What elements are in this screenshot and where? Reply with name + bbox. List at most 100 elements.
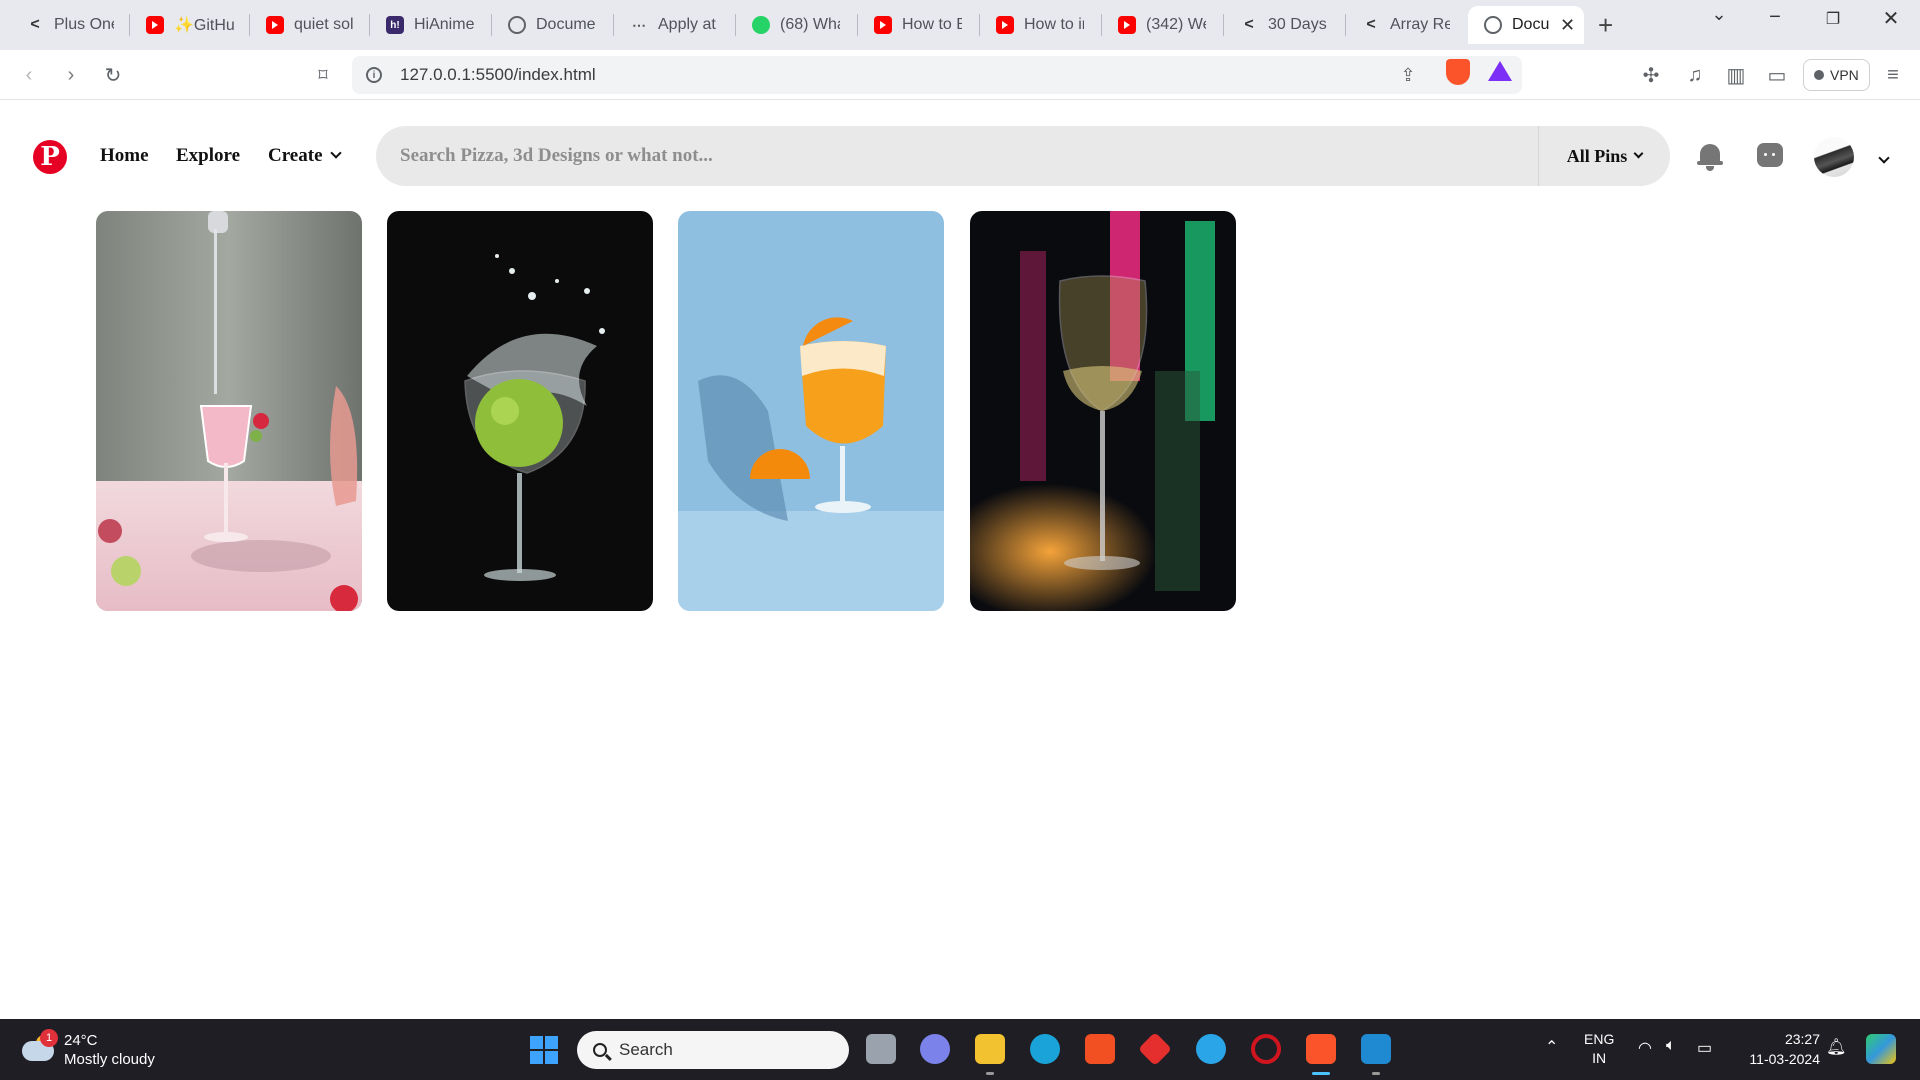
pin-image-orange-cocktail	[678, 211, 944, 611]
browser-toolbar: ‹ › ↻ ⌑ i 127.0.0.1:5500/index.html ⇪ ✣ …	[0, 50, 1920, 100]
task-view-icon[interactable]	[866, 1034, 896, 1064]
url-text[interactable]: 127.0.0.1:5500/index.html	[400, 65, 596, 85]
extensions-icon[interactable]: ✣	[1638, 62, 1664, 88]
browser-tab[interactable]: How to in	[980, 6, 1102, 44]
clock[interactable]: 23:27 11-03-2024	[1730, 1029, 1820, 1069]
browser-tab[interactable]: How to B	[858, 6, 980, 44]
pin-card[interactable]	[96, 211, 362, 611]
pin-card[interactable]	[970, 211, 1236, 611]
site-info-icon[interactable]: i	[366, 67, 382, 83]
tab-title: Array Red	[1390, 16, 1450, 33]
browser-tab[interactable]: (342) Wel	[1102, 6, 1224, 44]
vpn-button[interactable]: VPN	[1803, 59, 1870, 91]
menu-icon[interactable]: ≡	[1880, 62, 1906, 88]
browser-tab[interactable]: < Array Red	[1346, 6, 1468, 44]
reload-button[interactable]: ↻	[100, 62, 126, 88]
meet-icon[interactable]	[920, 1034, 950, 1064]
brave-rewards-icon[interactable]	[1488, 61, 1512, 81]
hianime-icon: h!	[386, 16, 404, 34]
wifi-icon[interactable]: ◠	[1638, 1038, 1652, 1058]
tab-title: (342) Wel	[1146, 16, 1206, 33]
search-input[interactable]	[400, 126, 1400, 186]
restore-button[interactable]: ❐	[1818, 9, 1848, 29]
tab-search-icon[interactable]: ⌄	[1704, 4, 1734, 25]
chevron-up-icon[interactable]: ⌃	[1545, 1037, 1558, 1057]
bookmark-icon[interactable]: ⌑	[310, 62, 336, 88]
back-button[interactable]: ‹	[16, 62, 42, 88]
volume-icon[interactable]: 🔈︎	[1666, 1037, 1676, 1055]
weather-temp: 24°C	[64, 1032, 98, 1049]
tab-title: 30 Days o	[1268, 16, 1328, 33]
browser-tab[interactable]: < 30 Days o	[1224, 6, 1346, 44]
tab-title: Documen	[536, 16, 596, 33]
nav-create-dropdown[interactable]: Create	[268, 145, 342, 167]
browser-tab[interactable]: Documen	[492, 6, 614, 44]
youtube-icon	[874, 16, 892, 34]
nav-home-link[interactable]: Home	[100, 145, 149, 167]
vpn-label: VPN	[1830, 67, 1859, 83]
tab-title: Plus One	[54, 16, 114, 33]
app-diamond-icon[interactable]	[1138, 1032, 1172, 1066]
windows-start-icon[interactable]	[530, 1036, 558, 1064]
browser-tab[interactable]: ⋯ Apply at	[614, 6, 736, 44]
store-icon[interactable]	[1085, 1034, 1115, 1064]
new-tab-button[interactable]: +	[1598, 10, 1613, 41]
whatsapp-icon	[752, 16, 770, 34]
pin-image-pink-cocktail	[96, 211, 362, 611]
help-icon[interactable]	[1196, 1034, 1226, 1064]
pin-card[interactable]	[678, 211, 944, 611]
address-bar[interactable]: i 127.0.0.1:5500/index.html	[352, 56, 1522, 94]
youtube-icon	[266, 16, 284, 34]
language-bottom: IN	[1592, 1050, 1607, 1066]
minimize-button[interactable]: −	[1760, 6, 1790, 29]
language-indicator[interactable]: ENG IN	[1584, 1030, 1614, 1068]
copilot-icon[interactable]	[1866, 1034, 1896, 1064]
pinterest-logo-icon[interactable]: P	[33, 140, 67, 174]
code-icon: <	[1244, 16, 1254, 33]
pin-card[interactable]	[387, 211, 653, 611]
account-chevron-down-icon[interactable]	[1878, 149, 1890, 167]
tab-title: How to in	[1024, 16, 1084, 33]
all-pins-dropdown[interactable]: All Pins	[1538, 126, 1670, 186]
edge-icon[interactable]	[1030, 1034, 1060, 1064]
browser-tab[interactable]: < Plus One	[10, 6, 130, 44]
file-explorer-icon[interactable]	[975, 1034, 1005, 1075]
wallet-icon[interactable]: ▭	[1764, 62, 1790, 88]
notification-icon[interactable]: 🔔︎	[1826, 1037, 1846, 1057]
pin-image-wine-glass	[970, 211, 1236, 611]
tab-title: (68) What	[780, 16, 840, 33]
weather-widget[interactable]: 1 24°C Mostly cloudy	[22, 1029, 162, 1071]
chevron-down-icon	[1633, 148, 1644, 158]
taskbar-search[interactable]: Search	[577, 1031, 849, 1069]
weather-condition: Mostly cloudy	[64, 1051, 155, 1068]
taskbar-search-label: Search	[619, 1040, 673, 1059]
vscode-icon[interactable]	[1361, 1034, 1391, 1075]
brave-icon[interactable]	[1306, 1034, 1336, 1075]
code-icon: <	[1366, 16, 1376, 33]
avatar[interactable]	[1814, 137, 1854, 177]
browser-tab[interactable]: ✨GitHub	[130, 6, 250, 44]
messages-icon[interactable]	[1757, 143, 1783, 167]
forward-button[interactable]: ›	[58, 62, 84, 88]
close-window-button[interactable]: ✕	[1876, 6, 1906, 31]
pin-image-apple-splash	[387, 211, 653, 611]
opera-icon[interactable]	[1251, 1034, 1281, 1064]
globe-icon	[1484, 16, 1502, 34]
tab-title: How to B	[902, 16, 962, 33]
browser-tab-active[interactable]: Docu ✕	[1468, 6, 1584, 44]
browser-tab[interactable]: quiet soli	[250, 6, 370, 44]
browser-tab[interactable]: (68) What	[736, 6, 858, 44]
battery-icon[interactable]: ▭	[1697, 1038, 1712, 1058]
close-tab-icon[interactable]: ✕	[1560, 15, 1575, 36]
share-icon[interactable]: ⇪	[1395, 62, 1421, 88]
media-icon[interactable]: ♫	[1682, 62, 1708, 88]
brave-shields-icon[interactable]	[1446, 59, 1470, 85]
search-icon	[593, 1043, 607, 1057]
nav-explore-link[interactable]: Explore	[176, 145, 240, 167]
tab-title: HiAnime	[414, 16, 474, 33]
tab-title: Docu	[1512, 16, 1550, 33]
browser-tab[interactable]: h! HiAnime	[370, 6, 492, 44]
notifications-bell-icon[interactable]	[1697, 141, 1723, 171]
sidebar-icon[interactable]: ▥	[1723, 62, 1749, 88]
nav-create-label: Create	[268, 145, 323, 166]
